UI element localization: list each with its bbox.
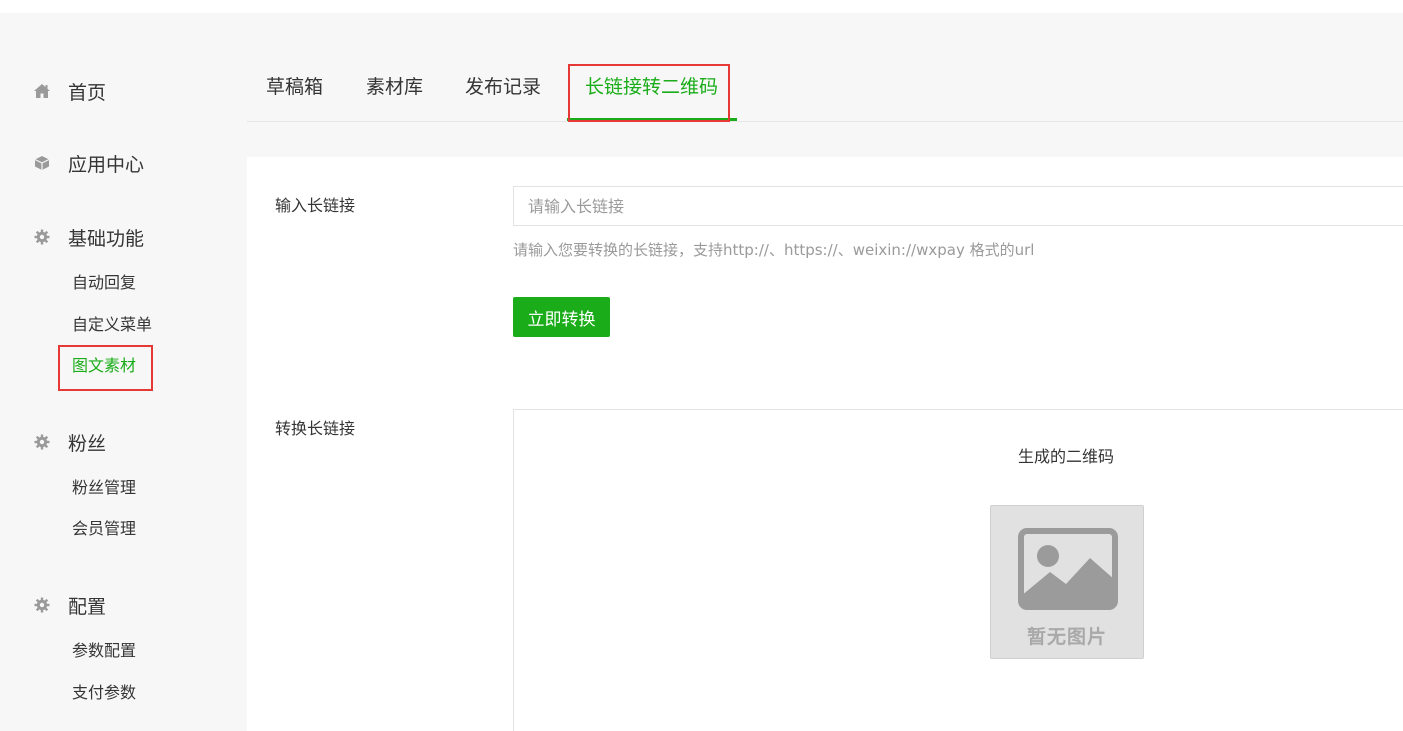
sidebar-section-label: 粉丝 bbox=[68, 432, 107, 455]
tab-drafts[interactable]: 草稿箱 bbox=[266, 74, 323, 100]
qrcode-placeholder-image: 暂无图片 bbox=[990, 505, 1144, 659]
gear-icon bbox=[32, 595, 52, 615]
long-link-label: 输入长链接 bbox=[275, 196, 356, 215]
sidebar-section-config[interactable]: 配置 bbox=[32, 593, 107, 618]
cube-icon bbox=[32, 153, 52, 173]
sidebar-item-label: 应用中心 bbox=[68, 153, 145, 176]
sidebar-section-label: 基础功能 bbox=[68, 227, 145, 250]
convert-result-label: 转换长链接 bbox=[275, 419, 356, 438]
tab-material-library[interactable]: 素材库 bbox=[366, 74, 423, 100]
convert-now-button[interactable]: 立即转换 bbox=[513, 297, 610, 337]
sidebar-item-param-config[interactable]: 参数配置 bbox=[72, 641, 136, 661]
image-placeholder-icon bbox=[1018, 528, 1118, 614]
sidebar-item-member-manage[interactable]: 会员管理 bbox=[72, 519, 136, 539]
no-image-text: 暂无图片 bbox=[1026, 626, 1107, 648]
highlight-box bbox=[568, 64, 730, 122]
tab-publish-records[interactable]: 发布记录 bbox=[465, 74, 541, 100]
sidebar-item-label: 首页 bbox=[68, 81, 107, 104]
qrcode-result-box bbox=[513, 409, 1403, 731]
sidebar-item-auto-reply[interactable]: 自动回复 bbox=[72, 273, 136, 293]
qrcode-title: 生成的二维码 bbox=[1018, 447, 1115, 466]
top-band bbox=[0, 0, 1403, 13]
highlight-box bbox=[58, 345, 153, 391]
sidebar-section-basic[interactable]: 基础功能 bbox=[32, 225, 145, 250]
gear-icon bbox=[32, 432, 52, 452]
sidebar-item-custom-menu[interactable]: 自定义菜单 bbox=[72, 315, 152, 335]
sidebar-item-payment-params[interactable]: 支付参数 bbox=[72, 683, 136, 703]
home-icon bbox=[32, 81, 52, 101]
gear-icon bbox=[32, 227, 52, 247]
sidebar-section-fans[interactable]: 粉丝 bbox=[32, 430, 107, 455]
sidebar-item-home[interactable]: 首页 bbox=[32, 79, 107, 104]
sidebar-section-label: 配置 bbox=[68, 595, 107, 618]
sidebar-item-fans-manage[interactable]: 粉丝管理 bbox=[72, 478, 136, 498]
sidebar-item-app-center[interactable]: 应用中心 bbox=[32, 151, 145, 176]
input-hint: 请输入您要转换的长链接，支持http://、https://、weixin://… bbox=[513, 241, 1035, 259]
long-link-input[interactable] bbox=[513, 186, 1403, 226]
